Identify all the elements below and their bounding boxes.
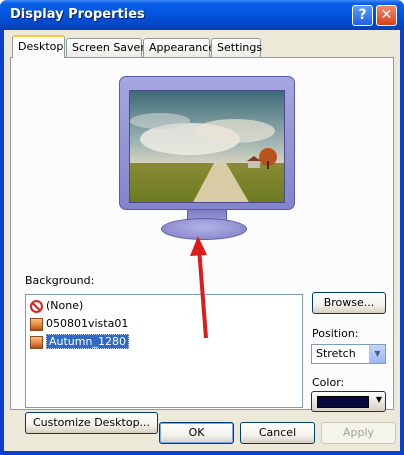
list-item[interactable]: 050801vista01	[30, 316, 128, 332]
tab-screen-saver[interactable]: Screen Saver	[66, 38, 145, 57]
color-label: Color:	[312, 376, 345, 389]
window-title: Display Properties	[10, 7, 145, 22]
monitor-preview	[119, 76, 295, 210]
tab-appearance[interactable]: Appearance	[143, 38, 215, 57]
tab-desktop[interactable]: Desktop	[12, 35, 65, 58]
monitor-stand	[161, 218, 247, 240]
list-item[interactable]: (None)	[30, 298, 83, 314]
display-properties-window: Display Properties ? ✕ Desktop Screen Sa…	[0, 0, 404, 455]
color-swatch	[317, 396, 369, 408]
close-button[interactable]: ✕	[376, 5, 397, 26]
dialog-client-area: Desktop Screen Saver Appearance Settings	[4, 30, 400, 451]
browse-button[interactable]: Browse...	[312, 292, 386, 314]
position-value: Stretch	[316, 347, 356, 360]
desktop-tab-panel: Background: (None) 050801vista01 Autumn_…	[10, 57, 394, 434]
cancel-button[interactable]: Cancel	[240, 422, 315, 444]
no-entry-icon	[30, 299, 43, 313]
image-file-icon	[30, 335, 43, 349]
position-label: Position:	[312, 327, 359, 340]
color-picker-button[interactable]: ▼	[311, 391, 386, 412]
list-item-selected[interactable]: Autumn_1280	[30, 334, 129, 350]
tab-settings[interactable]: Settings	[211, 38, 262, 57]
image-file-icon	[30, 317, 43, 331]
wallpaper-preview	[129, 90, 285, 203]
title-bar[interactable]: Display Properties ? ✕	[0, 0, 404, 30]
apply-button[interactable]: Apply	[321, 422, 396, 444]
position-select[interactable]: Stretch ▼	[311, 344, 386, 364]
background-listbox[interactable]: (None) 050801vista01 Autumn_1280	[25, 294, 303, 408]
ok-button[interactable]: OK	[159, 422, 234, 444]
customize-desktop-button[interactable]: Customize Desktop...	[25, 412, 158, 434]
autumn-landscape-image	[130, 91, 284, 202]
chevron-down-icon[interactable]: ▼	[369, 345, 385, 363]
background-label: Background:	[25, 274, 95, 287]
chevron-down-icon: ▼	[375, 395, 382, 404]
help-button[interactable]: ?	[352, 5, 373, 26]
